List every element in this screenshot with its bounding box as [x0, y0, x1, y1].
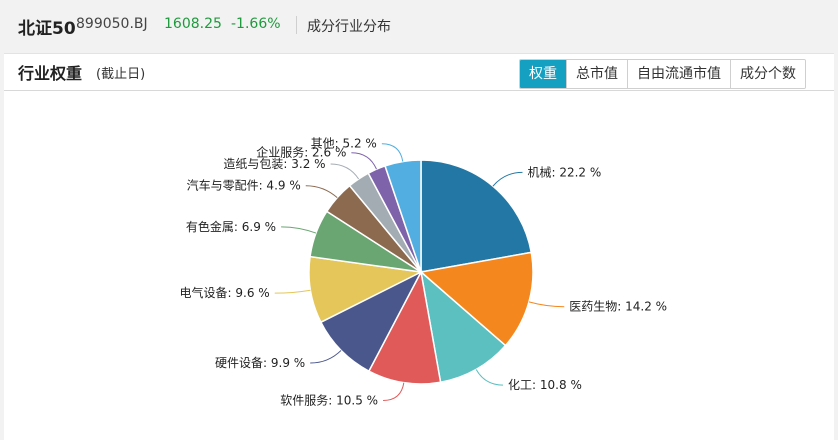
slice-label-4: 硬件设备: 9.9 %	[215, 356, 305, 370]
leader-line-8	[330, 163, 360, 180]
slice-label-5: 电气设备: 9.6 %	[180, 285, 270, 300]
slice-label-10: 其他: 5.2 %	[311, 137, 377, 151]
leader-line-3	[383, 382, 405, 401]
index-price: 1608.25	[164, 16, 222, 32]
index-header: 北证50 899050.BJ 1608.25 -1.66% 成分行业分布	[0, 0, 838, 50]
slice-label-2: 化工: 10.8 %	[508, 378, 582, 392]
leader-line-9	[351, 152, 377, 170]
industry-pie-chart: 机械: 22.2 % 医药生物: 14.2 % 化工: 10.8 % 软件服务: 10…	[180, 137, 668, 408]
slice-label-7: 汽车与零配件: 4.9 %	[187, 178, 301, 193]
slice-label-0: 机械: 22.2 %	[527, 164, 601, 179]
leader-line-2	[475, 369, 504, 386]
index-code: 899050.BJ	[76, 16, 148, 32]
leader-line-10	[381, 143, 404, 162]
leader-line-6	[281, 226, 317, 234]
page-subtitle: 成分行业分布	[307, 19, 391, 35]
industry-weight-panel: 行业权重 (截止日) 权重 总市值 自由流通市值 成分个数 机械: 22.2 %…	[4, 53, 834, 440]
slice-label-1: 医药生物: 14.2 %	[569, 300, 667, 314]
slice-label-6: 有色金属: 6.9 %	[186, 219, 276, 234]
leader-line-5	[274, 289, 311, 294]
leader-line-4	[310, 350, 342, 364]
index-name: 北证50	[18, 19, 76, 39]
index-change: -1.66%	[231, 16, 281, 32]
leader-line-0	[492, 171, 523, 187]
leader-line-1	[528, 301, 565, 308]
header-divider	[296, 16, 297, 34]
slice-label-3: 软件服务: 10.5 %	[280, 392, 378, 407]
leader-line-7	[305, 185, 338, 199]
